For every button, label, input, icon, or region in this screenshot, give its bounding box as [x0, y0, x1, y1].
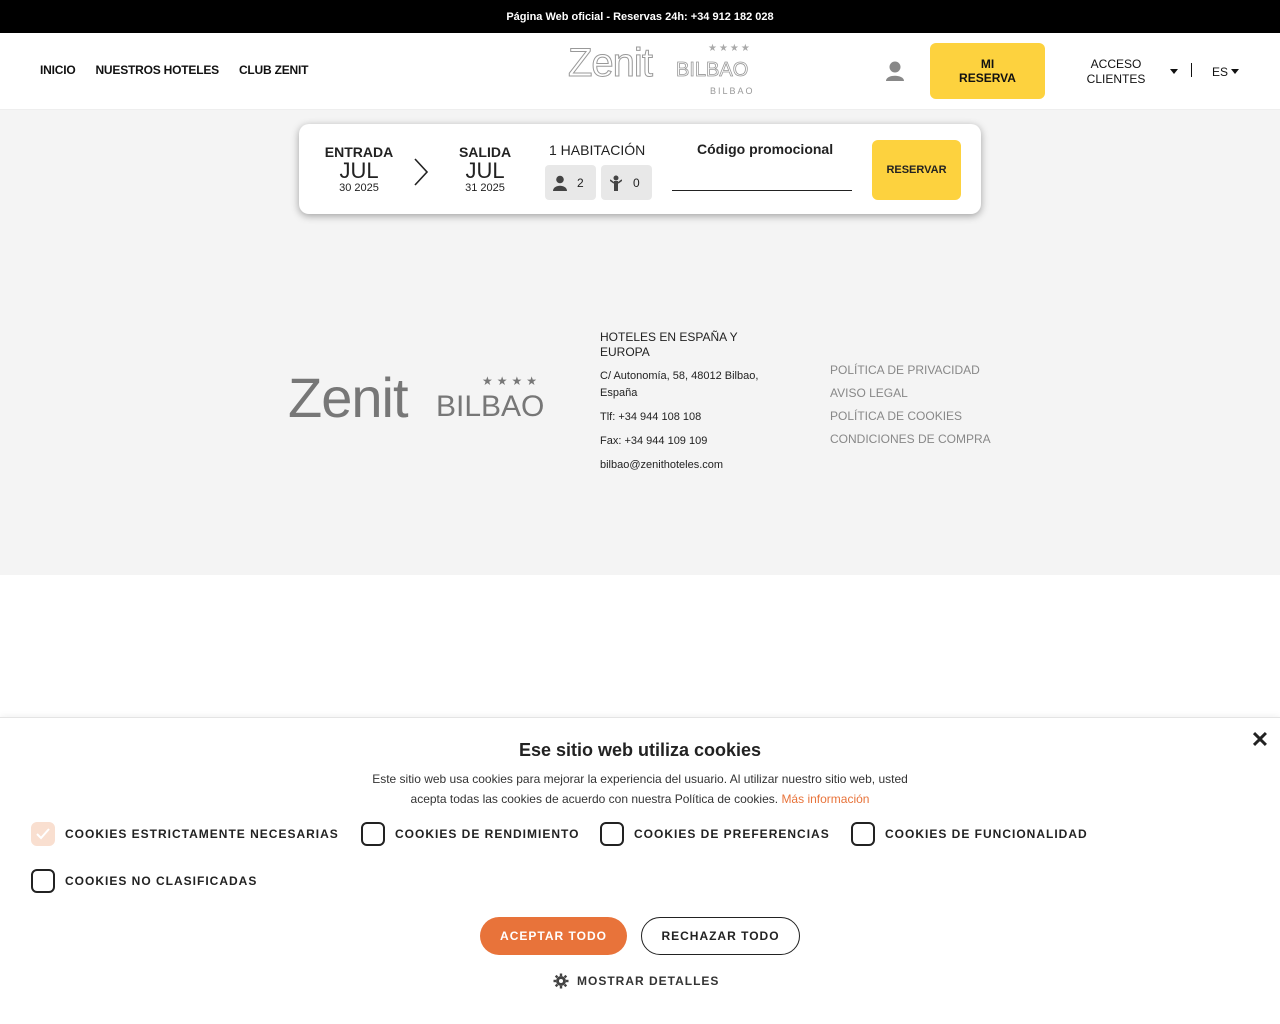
link-condiciones[interactable]: CONDICIONES DE COMPRA — [830, 428, 991, 451]
language-chevron-down-icon[interactable] — [1231, 69, 1239, 74]
checkbox-preferencias[interactable] — [600, 822, 624, 846]
top-info-bar: Página Web oficial - Reservas 24h: +34 9… — [0, 0, 1280, 33]
acceso-line2: CLIENTES — [1086, 72, 1146, 86]
cookie-option-rendimiento[interactable]: COOKIES DE RENDIMIENTO — [361, 822, 579, 846]
language-selector[interactable]: ES — [1212, 65, 1228, 79]
footer-logo-brand: Zenit — [288, 366, 408, 429]
checkbox-funcionalidad[interactable] — [851, 822, 875, 846]
acceso-clientes-link[interactable]: ACCESO CLIENTES — [1080, 57, 1152, 87]
cookie-desc-line2: acepta todas las cookies de acuerdo con … — [410, 792, 782, 806]
site-header: INICIO NUESTROS HOTELES CLUB ZENIT Zenit… — [0, 33, 1280, 110]
link-aviso-legal[interactable]: AVISO LEGAL — [830, 382, 991, 405]
acceso-chevron-down-icon[interactable] — [1170, 69, 1178, 74]
footer-phone: Tlf: +34 944 108 108 — [600, 411, 702, 423]
checkbox-necesarias[interactable] — [31, 822, 55, 846]
footer-logo-stars: ★★★★ — [482, 374, 542, 388]
chevron-right-icon — [413, 158, 429, 186]
checkbox-rendimiento[interactable] — [361, 822, 385, 846]
mi-reserva-button[interactable]: MI RESERVA — [930, 43, 1045, 99]
adults-count: 2 — [577, 175, 584, 190]
header-logo[interactable]: Zenit BILBAO ★★★★ BILBAO — [568, 41, 758, 101]
label-funcionalidad: COOKIES DE FUNCIONALIDAD — [885, 827, 1088, 841]
adults-selector[interactable]: 2 — [545, 165, 596, 200]
footer-contact: HOTELES EN ESPAÑA Y EUROPA C/ Autonomía,… — [600, 330, 770, 481]
mi-reserva-line1: MI — [980, 57, 995, 71]
link-privacidad[interactable]: POLÍTICA DE PRIVACIDAD — [830, 359, 991, 382]
cookie-option-funcionalidad[interactable]: COOKIES DE FUNCIONALIDAD — [851, 822, 1088, 846]
cookie-desc-line1: Este sitio web usa cookies para mejorar … — [372, 772, 908, 786]
link-cookies[interactable]: POLÍTICA DE COOKIES — [830, 405, 991, 428]
logo-sub: BILBAO — [710, 86, 755, 96]
checkin-dayyear: 30 2025 — [339, 182, 379, 194]
logo-brand: Zenit — [568, 41, 654, 86]
cookie-description: Este sitio web usa cookies para mejorar … — [340, 769, 940, 809]
rooms-label[interactable]: 1 HABITACIÓN — [549, 142, 645, 158]
footer-email[interactable]: bilbao@zenithoteles.com — [600, 457, 770, 474]
gear-icon — [553, 973, 569, 989]
cookie-option-preferencias[interactable]: COOKIES DE PREFERENCIAS — [600, 822, 830, 846]
reject-all-button[interactable]: RECHAZAR TODO — [641, 917, 800, 955]
adult-icon — [553, 175, 567, 191]
nav-inicio[interactable]: INICIO — [40, 63, 76, 77]
nav-nuestros-hoteles[interactable]: NUESTROS HOTELES — [95, 63, 219, 77]
checkbox-no-clasificadas[interactable] — [31, 869, 55, 893]
show-details-label: MOSTRAR DETALLES — [577, 974, 720, 988]
mi-reserva-line2: RESERVA — [959, 71, 1016, 85]
cookie-more-info-link[interactable]: Más información — [781, 792, 869, 806]
checkout-month: JUL — [465, 158, 505, 183]
label-rendimiento: COOKIES DE RENDIMIENTO — [395, 827, 580, 841]
footer-legal-links: POLÍTICA DE PRIVACIDAD AVISO LEGAL POLÍT… — [830, 359, 991, 451]
accept-all-button[interactable]: ACEPTAR TODO — [480, 917, 627, 955]
close-icon[interactable]: ✕ — [1250, 729, 1270, 751]
reservar-button[interactable]: RESERVAR — [872, 140, 961, 200]
footer-logo: Zenit BILBAO ★★★★ — [288, 368, 548, 428]
cookie-title: Ese sitio web utiliza cookies — [518, 740, 762, 760]
checkin-month: JUL — [339, 158, 379, 183]
user-icon[interactable] — [885, 60, 905, 82]
children-selector[interactable]: 0 — [601, 165, 652, 200]
logo-city: BILBAO — [676, 59, 749, 82]
header-divider — [1191, 63, 1192, 77]
label-preferencias: COOKIES DE PREFERENCIAS — [634, 827, 830, 841]
cookie-option-no-clasificadas[interactable]: COOKIES NO CLASIFICADAS — [31, 869, 257, 893]
checkout-date[interactable]: SALIDA JUL 31 2025 — [445, 144, 525, 194]
children-count: 0 — [633, 175, 640, 190]
cookie-banner: Ese sitio web utiliza cookies ✕ Este sit… — [0, 717, 1280, 1024]
child-icon — [609, 175, 623, 191]
site-footer: Zenit BILBAO ★★★★ HOTELES EN ESPAÑA Y EU… — [0, 230, 1280, 575]
top-info-text: Página Web oficial - Reservas 24h: +34 9… — [506, 10, 774, 23]
promo-code-input[interactable] — [672, 174, 852, 191]
acceso-line1: ACCESO — [1090, 57, 1142, 71]
footer-address: C/ Autonomía, 58, 48012 Bilbao, España — [600, 370, 759, 399]
label-necesarias: COOKIES ESTRICTAMENTE NECESARIAS — [65, 827, 339, 841]
checkout-dayyear: 31 2025 — [465, 182, 505, 194]
checkin-date[interactable]: ENTRADA JUL 30 2025 — [319, 144, 399, 194]
footer-heading: HOTELES EN ESPAÑA Y EUROPA — [600, 330, 738, 359]
cookie-option-necesarias[interactable]: COOKIES ESTRICTAMENTE NECESARIAS — [31, 822, 339, 846]
main-nav: INICIO NUESTROS HOTELES CLUB ZENIT — [40, 63, 308, 77]
footer-fax: Fax: +34 944 109 109 — [600, 435, 708, 447]
label-no-clasificadas: COOKIES NO CLASIFICADAS — [65, 874, 258, 888]
promo-code-label: Código promocional — [697, 141, 834, 157]
logo-stars: ★★★★ — [708, 43, 752, 54]
nav-club-zenit[interactable]: CLUB ZENIT — [239, 63, 309, 77]
booking-widget: ENTRADA JUL 30 2025 SALIDA JUL 31 2025 1… — [299, 124, 981, 214]
show-details-button[interactable]: MOSTRAR DETALLES — [553, 973, 719, 989]
check-icon — [36, 828, 50, 840]
footer-logo-city: BILBAO — [436, 390, 545, 423]
